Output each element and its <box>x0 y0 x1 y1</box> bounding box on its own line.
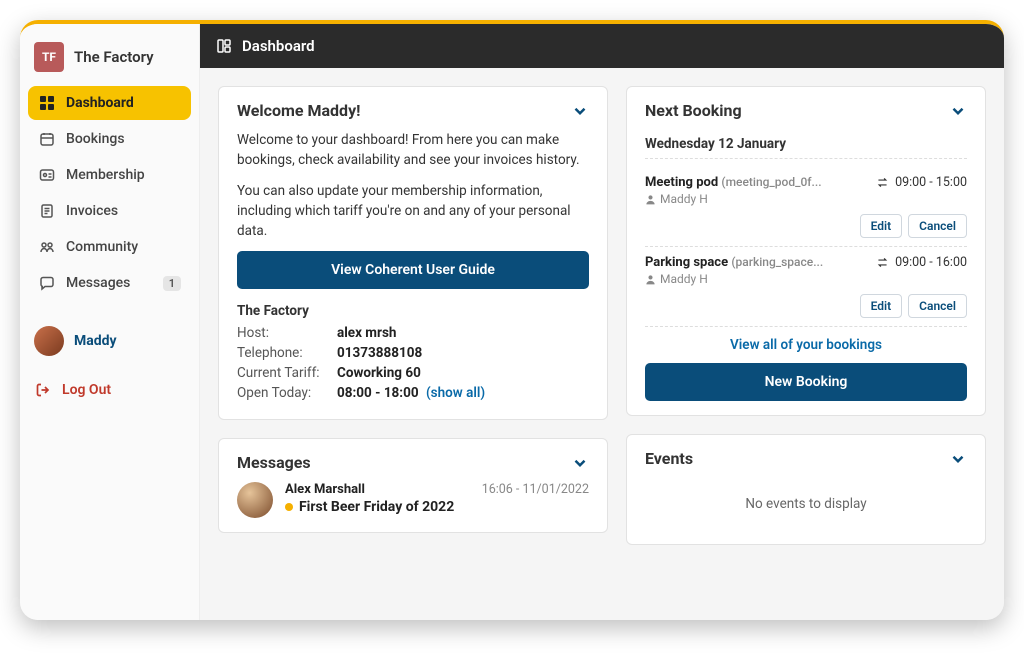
id-icon <box>38 167 56 183</box>
sidebar-item-label: Membership <box>66 167 145 183</box>
message-sender: Alex Marshall <box>285 482 365 497</box>
content-row: TF The Factory Dashboard Bookings <box>20 24 1004 620</box>
booking-time: 09:00 - 15:00 <box>876 175 967 190</box>
cancel-booking-button[interactable]: Cancel <box>908 214 967 238</box>
events-card: Events No events to display <box>626 434 986 545</box>
calendar-icon <box>38 131 56 147</box>
dashboard-header-icon <box>216 38 232 54</box>
booking-date: Wednesday 12 January <box>645 130 967 159</box>
logout-label: Log Out <box>62 382 111 398</box>
brand-name: The Factory <box>74 48 154 66</box>
next-booking-header: Next Booking <box>645 101 967 120</box>
col-left: Welcome Maddy! Welcome to your dashboard… <box>218 86 608 602</box>
booking-user: Maddy H <box>645 192 822 206</box>
phone-value: 01373888108 <box>337 345 422 361</box>
next-booking-title: Next Booking <box>645 101 742 120</box>
message-item[interactable]: Alex Marshall 16:06 - 11/01/2022 First B… <box>237 482 589 518</box>
tariff-value: Coworking 60 <box>337 365 421 381</box>
messages-title: Messages <box>237 453 311 472</box>
page-title: Dashboard <box>242 37 315 55</box>
messages-card-header: Messages <box>237 453 589 472</box>
logout-icon <box>34 382 52 398</box>
booking-name: Meeting pod <box>645 175 718 190</box>
invoice-icon <box>38 203 56 219</box>
phone-label: Telephone: <box>237 345 337 361</box>
main-body: Welcome Maddy! Welcome to your dashboard… <box>200 68 1004 620</box>
host-value: alex mrsh <box>337 325 396 341</box>
repeat-icon <box>876 176 889 189</box>
unread-dot-icon <box>285 503 293 511</box>
messages-badge: 1 <box>163 276 181 291</box>
sidebar-item-label: Bookings <box>66 131 125 147</box>
booking-name: Parking space <box>645 255 728 270</box>
user-guide-button[interactable]: View Coherent User Guide <box>237 251 589 289</box>
open-label: Open Today: <box>237 385 337 401</box>
sidebar-item-label: Messages <box>66 275 130 291</box>
host-label: Host: <box>237 325 337 341</box>
edit-booking-button[interactable]: Edit <box>860 214 903 238</box>
sidebar-item-membership[interactable]: Membership <box>28 158 191 192</box>
sidebar-item-community[interactable]: Community <box>28 230 191 264</box>
show-all-link[interactable]: (show all) <box>426 385 485 401</box>
user-block[interactable]: Maddy <box>28 320 191 362</box>
sidebar-item-bookings[interactable]: Bookings <box>28 122 191 156</box>
sidebar-item-invoices[interactable]: Invoices <box>28 194 191 228</box>
main-header: Dashboard <box>200 24 1004 68</box>
chevron-down-icon[interactable] <box>571 454 589 472</box>
factory-title: The Factory <box>237 303 589 319</box>
repeat-icon <box>876 256 889 269</box>
messages-card: Messages Alex Marshall 16:06 - 11/01/202… <box>218 438 608 533</box>
events-empty: No events to display <box>645 478 967 530</box>
sidebar-item-label: Community <box>66 239 138 255</box>
message-subject: First Beer Friday of 2022 <box>285 499 589 515</box>
community-icon <box>38 239 56 255</box>
welcome-card: Welcome Maddy! Welcome to your dashboard… <box>218 86 608 420</box>
chevron-down-icon[interactable] <box>949 102 967 120</box>
view-all-bookings-link[interactable]: View all of your bookings <box>645 327 967 363</box>
avatar <box>34 326 64 356</box>
sidebar-item-label: Dashboard <box>66 95 134 111</box>
booking-item: Parking space (parking_space... Maddy H <box>645 247 967 327</box>
welcome-text: Welcome to your dashboard! From here you… <box>237 130 589 241</box>
tariff-label: Current Tariff: <box>237 365 337 381</box>
welcome-card-header: Welcome Maddy! <box>237 101 589 120</box>
message-datetime: 16:06 - 11/01/2022 <box>482 482 589 497</box>
sidebar-item-dashboard[interactable]: Dashboard <box>28 86 191 120</box>
chevron-down-icon[interactable] <box>571 102 589 120</box>
booking-subname: (meeting_pod_0f... <box>721 175 821 189</box>
messages-icon <box>38 275 56 291</box>
chevron-down-icon[interactable] <box>949 450 967 468</box>
brand: TF The Factory <box>28 34 191 86</box>
open-value: 08:00 - 18:00 <box>337 385 419 401</box>
message-avatar <box>237 482 273 518</box>
main: Dashboard Welcome Maddy! Welcome to you <box>200 24 1004 620</box>
col-right: Next Booking Wednesday 12 January Meetin… <box>626 86 986 602</box>
sidebar-nav: Dashboard Bookings Membership <box>28 86 191 300</box>
factory-info: The Factory Host:alex mrsh Telephone:013… <box>237 303 589 401</box>
booking-time: 09:00 - 16:00 <box>876 255 967 270</box>
welcome-p1: Welcome to your dashboard! From here you… <box>237 130 589 171</box>
cancel-booking-button[interactable]: Cancel <box>908 294 967 318</box>
brand-badge: TF <box>34 42 64 72</box>
sidebar-item-messages[interactable]: Messages 1 <box>28 266 191 300</box>
events-header: Events <box>645 449 967 468</box>
logout-button[interactable]: Log Out <box>28 372 191 408</box>
events-title: Events <box>645 449 693 468</box>
message-body: Alex Marshall 16:06 - 11/01/2022 First B… <box>285 482 589 515</box>
welcome-p2: You can also update your membership info… <box>237 181 589 242</box>
sidebar: TF The Factory Dashboard Bookings <box>20 24 200 620</box>
sidebar-item-label: Invoices <box>66 203 118 219</box>
edit-booking-button[interactable]: Edit <box>860 294 903 318</box>
next-booking-card: Next Booking Wednesday 12 January Meetin… <box>626 86 986 416</box>
welcome-title: Welcome Maddy! <box>237 101 360 120</box>
booking-item: Meeting pod (meeting_pod_0f... Maddy H <box>645 167 967 247</box>
app-frame: TF The Factory Dashboard Bookings <box>20 20 1004 620</box>
user-name: Maddy <box>74 333 117 349</box>
booking-user: Maddy H <box>645 272 823 286</box>
message-subject-text: First Beer Friday of 2022 <box>299 499 454 515</box>
dashboard-icon <box>38 95 56 111</box>
booking-subname: (parking_space... <box>731 255 823 269</box>
new-booking-button[interactable]: New Booking <box>645 363 967 401</box>
